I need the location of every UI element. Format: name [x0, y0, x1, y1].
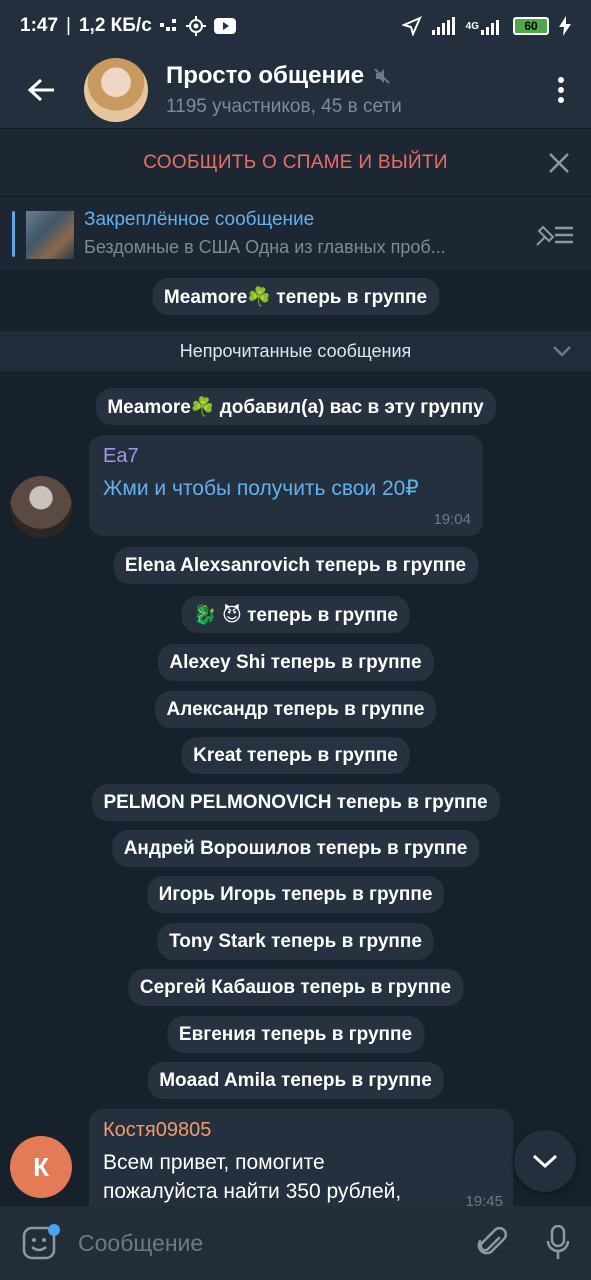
message-time: 19:04	[433, 511, 471, 528]
scroll-down-button[interactable]	[514, 1130, 576, 1192]
service-message-joined: Игорь Игорь теперь в группе	[146, 876, 445, 913]
pinned-list-icon[interactable]	[533, 219, 575, 249]
service-message: Meamore☘️ теперь в группе	[151, 278, 440, 315]
status-speed: 1,2 КБ/с	[78, 15, 152, 36]
message-author[interactable]: Костя09805	[103, 1119, 499, 1142]
message-bubble[interactable]: Ea7 Жми и чтобы получить свои 20₽ 19:04	[89, 435, 483, 536]
pinned-title: Закреплённое сообщение	[84, 209, 315, 230]
message-input[interactable]	[78, 1206, 459, 1280]
microphone-icon	[546, 1225, 570, 1259]
dots-icon	[159, 19, 176, 31]
signal-icon	[431, 17, 455, 35]
pinned-message-bar[interactable]: Закреплённое сообщение Бездомные в США О…	[0, 196, 591, 270]
user-avatar-letter[interactable]: К	[10, 1136, 72, 1198]
message-time: 19:45	[465, 1193, 503, 1206]
attach-button[interactable]	[459, 1206, 525, 1280]
pinned-thumbnail	[26, 211, 74, 259]
chat-header: Просто общение 1195 участников, 45 в сет…	[0, 52, 591, 128]
group-avatar[interactable]	[84, 58, 148, 122]
close-icon[interactable]	[545, 149, 573, 177]
chat-info[interactable]: Просто общение 1195 участников, 45 в сет…	[166, 62, 531, 118]
service-message-joined: Alexey Shi теперь в группе	[157, 644, 434, 681]
service-message-joined: Moaad Amila теперь в группе	[147, 1062, 444, 1099]
paperclip-icon	[477, 1226, 507, 1255]
service-message-added: Meamore☘️ добавил(а) вас в эту группу	[95, 388, 496, 425]
unread-messages-divider: Непрочитанные сообщения	[0, 331, 591, 371]
avatar-letter: К	[33, 1151, 49, 1182]
service-message-joined: Евгения теперь в группе	[166, 1016, 425, 1053]
signal-4g-icon	[481, 20, 499, 35]
service-message-joined: Kreat теперь в группе	[181, 737, 410, 774]
message-composer	[0, 1206, 591, 1280]
pinned-indicator	[12, 211, 15, 257]
unread-label: Непрочитанные сообщения	[179, 340, 412, 361]
location-target-icon	[185, 16, 206, 36]
battery-indicator: 60	[513, 17, 549, 35]
youtube-icon	[213, 18, 236, 34]
service-message-joined: Elena Alexsanrovich теперь в группе	[112, 547, 479, 584]
service-message-joined: Александр теперь в группе	[154, 691, 437, 728]
message-text: Жми и чтобы получить свои 20₽	[103, 477, 419, 500]
chat-subtitle: 1195 участников, 45 в сети	[166, 96, 402, 117]
report-spam-button[interactable]: СООБЩИТЬ О СПАМЕ И ВЫЙТИ	[143, 152, 448, 174]
message-bubble[interactable]: Костя09805 Всем привет, помогите пожалуй…	[89, 1109, 513, 1206]
voice-message-button[interactable]	[525, 1206, 591, 1280]
status-separator: |	[66, 15, 71, 36]
charging-icon	[559, 16, 571, 36]
new-indicator-dot	[48, 1224, 60, 1236]
service-message-joined: Андрей Ворошилов теперь в группе	[111, 830, 480, 867]
service-message-joined: 🐉 😈 теперь в группе	[181, 596, 410, 633]
muted-icon	[374, 68, 390, 84]
status-time: 1:47	[20, 15, 59, 36]
chat-title: Просто общение	[166, 62, 365, 89]
message-text-line-1: Всем привет, помогите	[103, 1151, 325, 1174]
message-text-line-2: пожалуйста найти 350 рублей,	[103, 1180, 402, 1203]
user-avatar[interactable]	[10, 476, 72, 538]
service-message-joined: Сергей Кабашов теперь в группе	[127, 969, 464, 1006]
pinned-text: Бездомные в США Одна из главных проб...	[84, 237, 446, 257]
report-spam-bar: СООБЩИТЬ О СПАМЕ И ВЫЙТИ	[0, 128, 591, 196]
status-bar: 1:47 | 1,2 КБ/с 4G 60	[0, 0, 591, 52]
more-menu-button[interactable]	[531, 52, 591, 128]
network-type-label: 4G	[465, 20, 479, 32]
chevron-down-icon	[532, 1154, 558, 1169]
back-button[interactable]	[0, 52, 84, 128]
back-arrow-icon	[28, 78, 54, 102]
message-author[interactable]: Ea7	[103, 445, 469, 468]
service-message-joined: Tony Stark теперь в группе	[157, 923, 434, 960]
emoji-button[interactable]	[0, 1206, 78, 1280]
navigation-arrow-icon	[401, 16, 422, 36]
service-message-joined: PELMON PELMONOVICH теперь в группе	[91, 784, 500, 821]
chevron-down-icon[interactable]	[551, 341, 573, 361]
kebab-menu-icon	[558, 77, 564, 103]
